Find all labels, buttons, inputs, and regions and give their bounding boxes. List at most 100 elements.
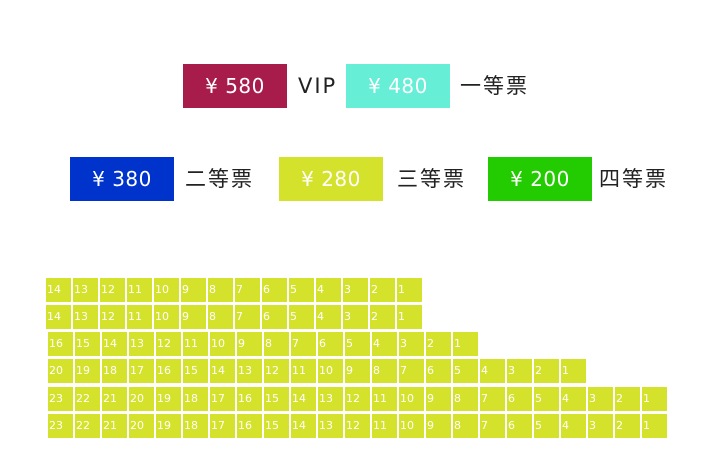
seat[interactable]: 9 [345,359,370,383]
seat[interactable]: 10 [318,359,343,383]
seat[interactable]: 16 [48,332,73,356]
seat[interactable]: 9 [237,332,262,356]
seat[interactable]: 1 [397,278,422,302]
seat[interactable]: 20 [48,359,73,383]
seat[interactable]: 20 [129,387,154,411]
seat[interactable]: 17 [129,359,154,383]
seat[interactable]: 4 [316,278,341,302]
seat[interactable]: 2 [370,305,395,329]
seat[interactable]: 8 [208,305,233,329]
seat[interactable]: 7 [291,332,316,356]
seat[interactable]: 18 [183,387,208,411]
seat[interactable]: 5 [453,359,478,383]
seat[interactable]: 14 [291,414,316,438]
seat[interactable]: 4 [561,414,586,438]
seat[interactable]: 14 [102,332,127,356]
seat[interactable]: 21 [102,414,127,438]
seat[interactable]: 22 [75,414,100,438]
seat[interactable]: 8 [453,414,478,438]
seat[interactable]: 13 [129,332,154,356]
seat[interactable]: 10 [399,387,424,411]
seat[interactable]: 10 [154,305,179,329]
seat[interactable]: 5 [534,387,559,411]
seat[interactable]: 10 [210,332,235,356]
seat[interactable]: 10 [399,414,424,438]
seat[interactable]: 3 [343,305,368,329]
seat[interactable]: 14 [46,278,71,302]
seat[interactable]: 6 [262,278,287,302]
seat[interactable]: 1 [397,305,422,329]
seat[interactable]: 14 [291,387,316,411]
seat[interactable]: 7 [480,414,505,438]
seat[interactable]: 17 [210,387,235,411]
seat[interactable]: 21 [102,387,127,411]
seat[interactable]: 5 [534,414,559,438]
seat[interactable]: 1 [561,359,586,383]
seat[interactable]: 6 [507,414,532,438]
seat[interactable]: 7 [480,387,505,411]
seat[interactable]: 12 [345,414,370,438]
seat[interactable]: 1 [453,332,478,356]
seat[interactable]: 6 [507,387,532,411]
seat[interactable]: 3 [507,359,532,383]
seat[interactable]: 18 [183,414,208,438]
seat[interactable]: 11 [127,278,152,302]
seat[interactable]: 23 [48,387,73,411]
seat[interactable]: 7 [399,359,424,383]
seat[interactable]: 5 [289,278,314,302]
seat[interactable]: 13 [318,387,343,411]
seat[interactable]: 3 [588,414,613,438]
seat[interactable]: 12 [264,359,289,383]
seat[interactable]: 13 [73,278,98,302]
seat[interactable]: 10 [154,278,179,302]
seat[interactable]: 8 [208,278,233,302]
seat[interactable]: 11 [372,414,397,438]
seat[interactable]: 7 [235,278,260,302]
seat[interactable]: 9 [426,414,451,438]
seat[interactable]: 12 [100,278,125,302]
seat[interactable]: 3 [343,278,368,302]
seat[interactable]: 13 [237,359,262,383]
seat[interactable]: 5 [345,332,370,356]
seat[interactable]: 15 [264,387,289,411]
seat[interactable]: 4 [480,359,505,383]
seat[interactable]: 8 [453,387,478,411]
seat[interactable]: 2 [615,387,640,411]
seat[interactable]: 3 [588,387,613,411]
seat[interactable]: 6 [318,332,343,356]
seat[interactable]: 4 [561,387,586,411]
seat[interactable]: 16 [156,359,181,383]
seat[interactable]: 9 [426,387,451,411]
seat[interactable]: 20 [129,414,154,438]
seat[interactable]: 15 [75,332,100,356]
seat[interactable]: 6 [426,359,451,383]
seat[interactable]: 17 [210,414,235,438]
seat[interactable]: 5 [289,305,314,329]
seat[interactable]: 13 [73,305,98,329]
seat[interactable]: 16 [237,414,262,438]
seat[interactable]: 6 [262,305,287,329]
seat[interactable]: 9 [181,305,206,329]
seat[interactable]: 23 [48,414,73,438]
seat[interactable]: 1 [642,414,667,438]
seat[interactable]: 2 [370,278,395,302]
seat[interactable]: 13 [318,414,343,438]
seat[interactable]: 16 [237,387,262,411]
seat[interactable]: 12 [100,305,125,329]
seat[interactable]: 2 [615,414,640,438]
seat[interactable]: 9 [181,278,206,302]
seat[interactable]: 8 [372,359,397,383]
seat[interactable]: 22 [75,387,100,411]
seat[interactable]: 8 [264,332,289,356]
seat[interactable]: 15 [264,414,289,438]
seat[interactable]: 7 [235,305,260,329]
seat[interactable]: 11 [372,387,397,411]
seat[interactable]: 19 [156,387,181,411]
seat[interactable]: 11 [291,359,316,383]
seat[interactable]: 3 [399,332,424,356]
seat[interactable]: 4 [316,305,341,329]
seat[interactable]: 14 [210,359,235,383]
seat[interactable]: 12 [345,387,370,411]
seat[interactable]: 14 [46,305,71,329]
seat[interactable]: 11 [127,305,152,329]
